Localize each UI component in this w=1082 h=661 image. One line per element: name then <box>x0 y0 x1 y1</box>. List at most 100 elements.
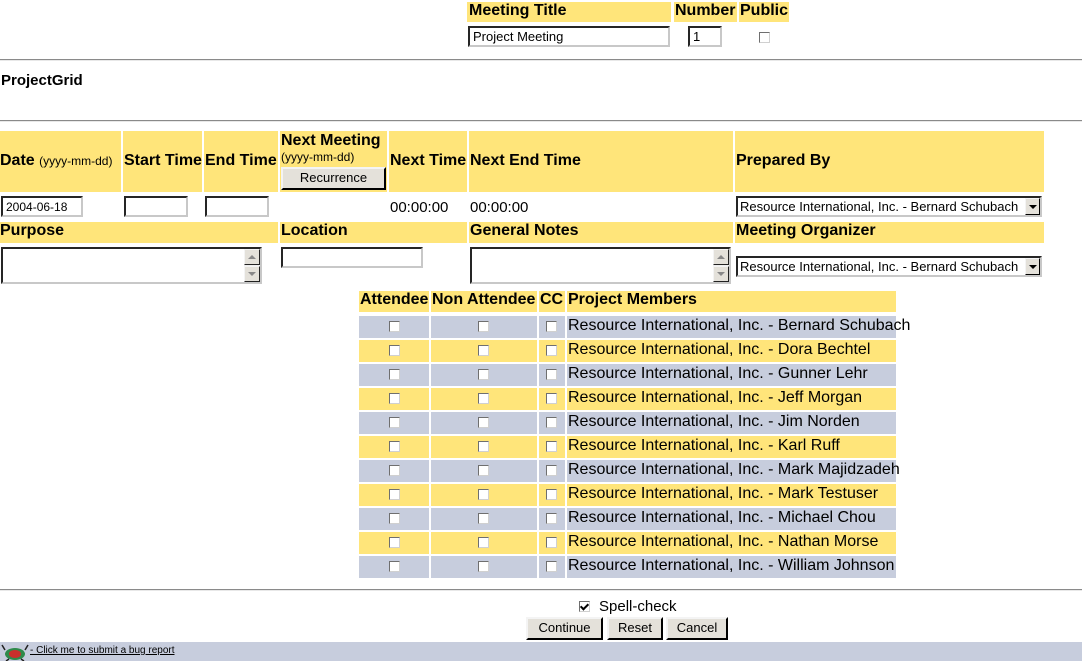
start-time-input[interactable] <box>124 196 188 217</box>
attendee-cell <box>359 556 429 578</box>
table-row: Resource International, Inc. - Jeff Morg… <box>359 388 896 410</box>
non-attendee-cell <box>431 436 537 458</box>
cc-cell <box>539 532 565 554</box>
cc-checkbox[interactable] <box>546 441 557 452</box>
non-attendee-cell <box>431 412 537 434</box>
attendee-checkbox[interactable] <box>389 465 400 476</box>
non-attendee-checkbox[interactable] <box>478 513 489 524</box>
date-label: Date <box>0 152 35 169</box>
cc-checkbox[interactable] <box>546 345 557 356</box>
non-attendee-checkbox[interactable] <box>478 393 489 404</box>
cc-cell <box>539 460 565 482</box>
meeting-title-header: Meeting Title <box>467 2 671 22</box>
meeting-organizer-selected: Resource International, Inc. - Bernard S… <box>740 259 1019 274</box>
member-name: Resource International, Inc. - Bernard S… <box>568 317 911 334</box>
table-row: Resource International, Inc. - Michael C… <box>359 508 896 530</box>
divider-bottom <box>0 589 1082 591</box>
non-attendee-cell <box>431 460 537 482</box>
continue-button[interactable]: Continue <box>526 617 603 640</box>
cc-checkbox[interactable] <box>546 489 557 500</box>
meeting-number-input[interactable] <box>688 26 722 47</box>
cancel-button[interactable]: Cancel <box>666 617 728 640</box>
meeting-organizer-select[interactable]: Resource International, Inc. - Bernard S… <box>736 256 1042 277</box>
scroll-up-icon[interactable] <box>244 249 260 265</box>
attendee-checkbox[interactable] <box>389 321 400 332</box>
cc-cell <box>539 364 565 386</box>
end-time-label: End Time <box>205 152 277 169</box>
spellcheck-checkbox[interactable] <box>579 601 590 612</box>
attendee-checkbox[interactable] <box>389 513 400 524</box>
attendee-checkbox[interactable] <box>389 345 400 356</box>
date-hint: (yyyy-mm-dd) <box>39 154 113 168</box>
spellcheck-label: Spell-check <box>599 598 677 615</box>
cc-checkbox[interactable] <box>546 513 557 524</box>
attendee-label: Attendee <box>360 291 429 308</box>
meeting-title-input[interactable] <box>468 26 670 47</box>
cc-checkbox[interactable] <box>546 537 557 548</box>
non-attendee-cell <box>431 340 537 362</box>
chevron-down-icon[interactable] <box>1025 198 1040 215</box>
attendee-checkbox[interactable] <box>389 393 400 404</box>
non-attendee-checkbox[interactable] <box>478 441 489 452</box>
non-attendee-checkbox[interactable] <box>478 321 489 332</box>
member-name: Resource International, Inc. - Mark Test… <box>568 485 879 502</box>
cc-cell <box>539 316 565 338</box>
project-members-header: Project Members <box>567 291 896 312</box>
number-label: Number <box>675 2 736 19</box>
table-row: Resource International, Inc. - William J… <box>359 556 896 578</box>
general-notes-scrollbar[interactable] <box>713 249 729 282</box>
non-attendee-checkbox[interactable] <box>478 369 489 380</box>
cc-checkbox[interactable] <box>546 465 557 476</box>
prepared-by-select[interactable]: Resource International, Inc. - Bernard S… <box>736 196 1042 217</box>
attendee-cell <box>359 340 429 362</box>
cc-checkbox[interactable] <box>546 369 557 380</box>
cc-checkbox[interactable] <box>546 393 557 404</box>
prepared-by-header: Prepared By <box>735 131 1044 192</box>
non-attendee-checkbox[interactable] <box>478 417 489 428</box>
attendee-cell <box>359 460 429 482</box>
scroll-down-icon[interactable] <box>244 266 260 282</box>
non-attendee-checkbox[interactable] <box>478 345 489 356</box>
general-notes-textarea[interactable] <box>470 247 731 284</box>
attendee-checkbox[interactable] <box>389 561 400 572</box>
location-input[interactable] <box>281 247 423 268</box>
attendee-checkbox[interactable] <box>389 417 400 428</box>
public-checkbox[interactable] <box>759 32 770 43</box>
recurrence-button[interactable]: Recurrence <box>281 167 386 190</box>
attendee-cell <box>359 412 429 434</box>
scroll-down-icon[interactable] <box>713 266 729 282</box>
end-time-input[interactable] <box>205 196 269 217</box>
next-end-time-value: 00:00:00 <box>470 199 529 216</box>
attendee-checkbox[interactable] <box>389 369 400 380</box>
non-attendee-checkbox[interactable] <box>478 561 489 572</box>
cc-cell <box>539 484 565 506</box>
bug-icon[interactable] <box>1 642 29 661</box>
attendee-checkbox[interactable] <box>389 537 400 548</box>
member-name: Resource International, Inc. - William J… <box>568 557 895 574</box>
reset-button[interactable]: Reset <box>607 617 663 640</box>
non-attendee-cell <box>431 484 537 506</box>
non-attendee-checkbox[interactable] <box>478 465 489 476</box>
chevron-down-icon[interactable] <box>1025 258 1040 275</box>
scroll-up-icon[interactable] <box>713 249 729 265</box>
prepared-by-label: Prepared By <box>736 152 831 169</box>
date-input[interactable] <box>1 196 83 217</box>
cc-header: CC <box>539 291 565 312</box>
date-header: Date (yyyy-mm-dd) <box>0 131 121 192</box>
footer-bar: - Click me to submit a bug report <box>0 642 1082 661</box>
attendee-cell <box>359 316 429 338</box>
attendee-checkbox[interactable] <box>389 441 400 452</box>
purpose-textarea[interactable] <box>1 247 262 284</box>
non-attendee-cell <box>431 508 537 530</box>
cc-label: CC <box>540 291 564 308</box>
table-row: Resource International, Inc. - Nathan Mo… <box>359 532 896 554</box>
bug-report-link[interactable]: - Click me to submit a bug report <box>30 645 175 656</box>
cc-checkbox[interactable] <box>546 561 557 572</box>
non-attendee-checkbox[interactable] <box>478 489 489 500</box>
cc-checkbox[interactable] <box>546 321 557 332</box>
purpose-scrollbar[interactable] <box>244 249 260 282</box>
non-attendee-checkbox[interactable] <box>478 537 489 548</box>
attendee-checkbox[interactable] <box>389 489 400 500</box>
next-time-label: Next Time <box>390 152 467 169</box>
cc-checkbox[interactable] <box>546 417 557 428</box>
